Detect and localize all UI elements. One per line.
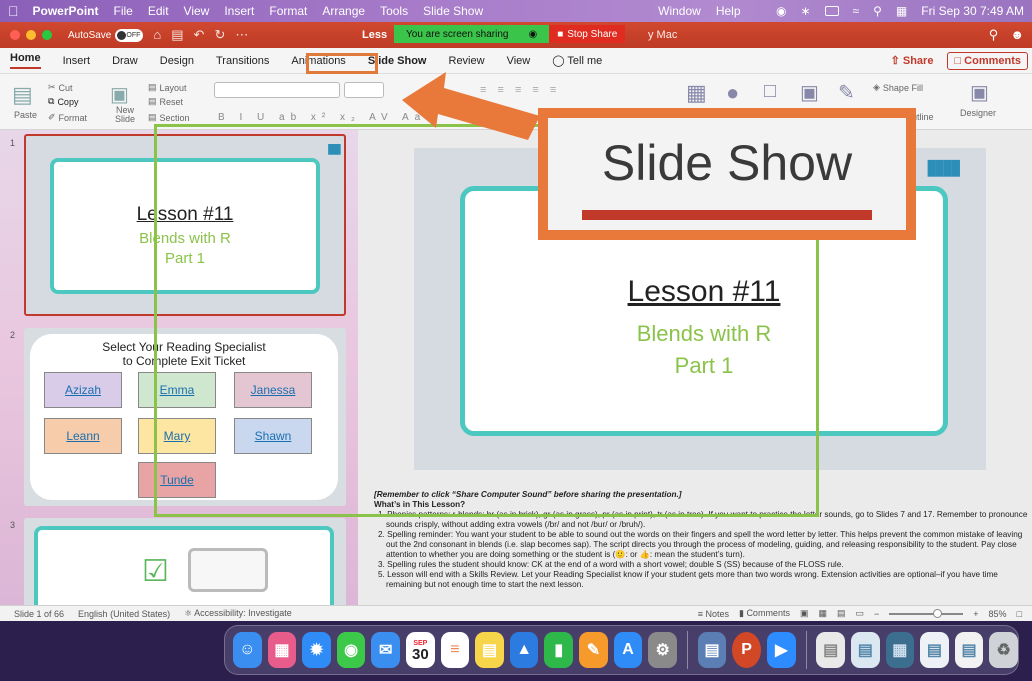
- zoom-callout: Slide Show: [538, 108, 916, 240]
- callout-text: Slide Show: [601, 135, 853, 191]
- orange-arrow-icon: [402, 72, 540, 140]
- callout-panel: Slide Show: [548, 118, 906, 230]
- pointer-arrow: [402, 72, 540, 140]
- callout-underline: [582, 210, 872, 220]
